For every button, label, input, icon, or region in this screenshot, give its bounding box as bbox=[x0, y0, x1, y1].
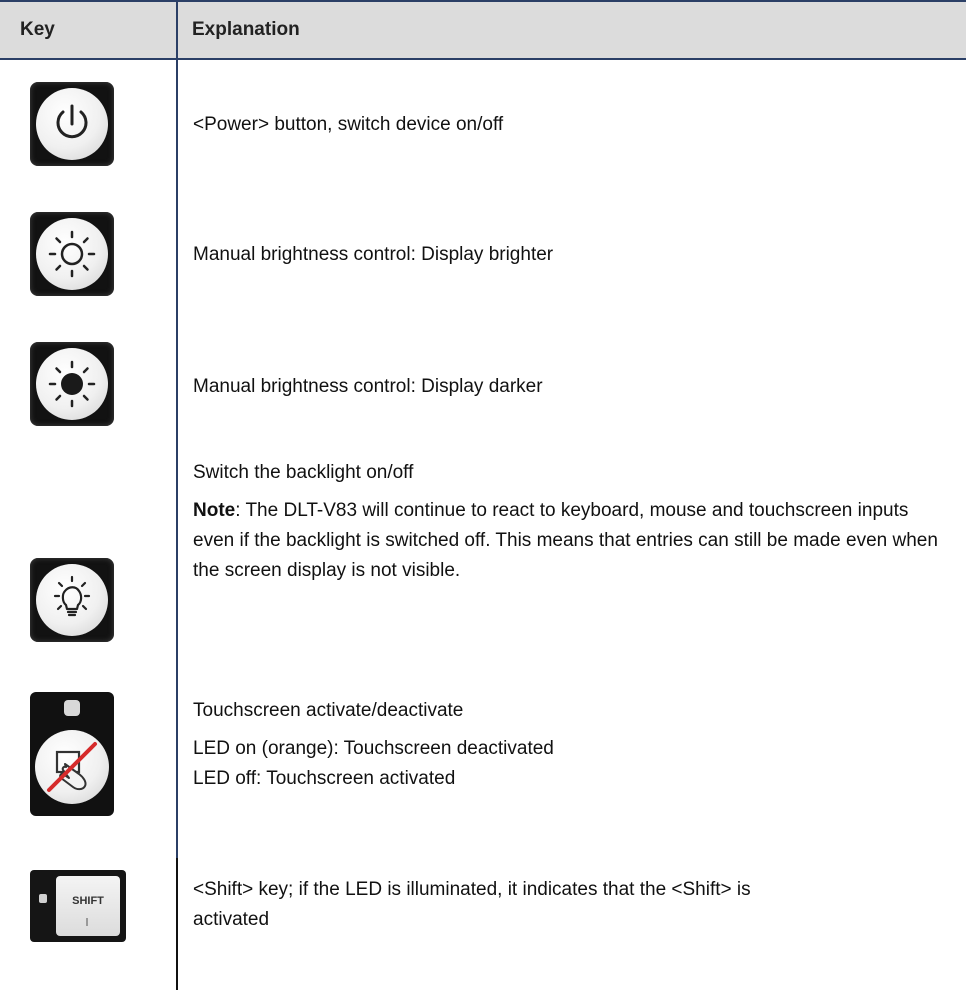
key-cell bbox=[30, 342, 122, 426]
explanation-text: Switch the backlight on/off bbox=[193, 462, 414, 483]
shift-key-cap: SHIFT bbox=[56, 876, 120, 936]
explanation-cell: Touchscreen activate/deactivate LED on (… bbox=[193, 696, 953, 794]
column-divider-bottom bbox=[176, 858, 178, 990]
explanation-cell: <Power> button, switch device on/off bbox=[193, 110, 953, 140]
brightness-up-key-icon bbox=[30, 212, 114, 296]
explanation-text: Touchscreen activate/deactivate bbox=[193, 700, 464, 721]
key-cell bbox=[30, 558, 122, 642]
explanation-cell: Switch the backlight on/off Note: The DL… bbox=[193, 458, 953, 586]
header-key: Key bbox=[20, 19, 55, 40]
explanation-text: LED on (orange): Touchscreen deactivated bbox=[193, 738, 554, 759]
explanation-text: LED off: Touchscreen activated bbox=[193, 768, 456, 789]
key-cell: SHIFT bbox=[30, 870, 126, 942]
brightness-down-key-icon bbox=[30, 342, 114, 426]
explanation-cell: Manual brightness control: Display brigh… bbox=[193, 240, 953, 270]
explanation-cell: Manual brightness control: Display darke… bbox=[193, 372, 953, 402]
led-indicator bbox=[64, 700, 80, 716]
table-header: Key Explanation bbox=[0, 0, 966, 60]
backlight-key-icon bbox=[30, 558, 114, 642]
key-cell bbox=[30, 692, 122, 816]
explanation-text: Manual brightness control: Display darke… bbox=[193, 376, 543, 397]
power-key-icon bbox=[30, 82, 114, 166]
explanation-text: Manual brightness control: Display brigh… bbox=[193, 244, 554, 265]
key-cell bbox=[30, 212, 122, 296]
note-label: Note bbox=[193, 500, 236, 521]
key-explanation-table: Key Explanation <Power> button, switch d… bbox=[0, 0, 966, 990]
explanation-text: <Shift> key; if the LED is illuminated, … bbox=[193, 879, 751, 930]
shift-key-icon: SHIFT bbox=[30, 870, 126, 942]
explanation-cell: <Shift> key; if the LED is illuminated, … bbox=[193, 875, 813, 935]
column-divider bbox=[176, 0, 178, 990]
header-explanation: Explanation bbox=[192, 19, 300, 40]
key-cell bbox=[30, 82, 122, 166]
explanation-text: <Power> button, switch device on/off bbox=[193, 114, 504, 135]
note-text: : The DLT-V83 will continue to react to … bbox=[193, 500, 938, 581]
note-paragraph: Note: The DLT-V83 will continue to react… bbox=[193, 496, 953, 586]
led-indicator bbox=[39, 894, 47, 903]
touchscreen-key-icon bbox=[30, 692, 114, 816]
